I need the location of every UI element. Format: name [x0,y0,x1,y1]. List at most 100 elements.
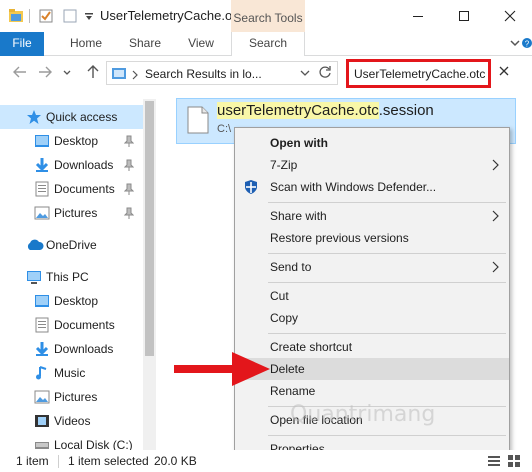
windows-defender-icon [243,179,259,198]
nav-item-videos[interactable]: Videos [0,409,143,433]
file-path: C:\ [217,123,232,135]
tab-home[interactable]: Home [58,32,114,56]
details-view-icon[interactable] [487,454,501,471]
pictures-folder-icon [34,389,50,408]
close-icon [504,10,516,22]
breadcrumb-chevron-icon[interactable] [131,69,139,83]
new-folder-icon[interactable] [62,8,78,27]
menu-item-open-with[interactable]: Open with [235,132,509,154]
nav-item-pictures-pinned[interactable]: Pictures [0,201,143,225]
ribbon-expand-chevron-icon[interactable] [508,36,522,53]
tab-search[interactable]: Search [231,32,305,57]
file-name-extension: .session [378,102,434,119]
forward-arrow-icon[interactable] [37,64,53,83]
desktop-folder-icon [34,133,50,152]
nav-scrollbar-thumb[interactable] [145,101,154,356]
search-input-value[interactable]: UserTelemetryCache.otc [354,67,485,81]
nav-label: OneDrive [46,238,97,252]
menu-item-delete[interactable]: Delete [235,358,509,380]
pin-icon[interactable] [123,135,135,150]
menu-item-label: Delete [270,362,305,376]
menu-item-label: Copy [270,311,299,325]
pin-icon[interactable] [123,183,135,198]
refresh-icon[interactable] [318,65,332,82]
menu-item-create-shortcut[interactable]: Create shortcut [235,336,509,358]
maximize-button[interactable] [441,0,487,32]
address-dropdown-chevron-icon[interactable] [299,67,311,82]
status-selected: 1 item selected [68,454,149,468]
minimize-icon [413,16,423,17]
computer-icon [26,269,42,288]
nav-item-onedrive[interactable]: OneDrive [0,233,143,257]
nav-item-local-disk[interactable]: Local Disk (C:) [0,433,143,450]
nav-item-quick-access[interactable]: Quick access [0,105,143,129]
red-pointer-arrow-icon [174,350,272,391]
explorer-window-icon[interactable] [8,8,24,27]
nav-item-desktop-pinned[interactable]: Desktop [0,129,143,153]
nav-item-music[interactable]: Music [0,361,143,385]
menu-item-label: Scan with Windows Defender... [270,180,437,194]
menu-item-label: Share with [270,209,327,223]
nav-label: Documents [54,318,115,332]
nav-label: Local Disk (C:) [54,438,133,450]
file-name-highlight: userTelemetryCache.otc [217,102,379,119]
menu-item-label: Cut [270,289,289,303]
nav-label: Quick access [46,110,118,124]
menu-item-restore-previous[interactable]: Restore previous versions [235,227,509,249]
nav-label: Downloads [54,342,114,356]
tab-file[interactable]: File [0,32,44,56]
address-bar[interactable]: Search Results in lo... [106,61,338,85]
session-file-icon [187,106,209,137]
back-arrow-icon[interactable] [12,64,28,83]
nav-label: Desktop [54,294,99,308]
address-path[interactable]: Search Results in lo... [145,67,262,81]
menu-item-rename[interactable]: Rename [235,380,509,402]
download-arrow-icon [34,157,50,176]
clear-search-icon[interactable] [498,65,510,80]
pictures-folder-icon [34,205,50,224]
menu-item-share-with[interactable]: Share with [235,205,509,227]
menu-item-label: Send to [270,260,312,274]
menu-item-copy[interactable]: Copy [235,307,509,329]
nav-label: Desktop [54,134,99,148]
svg-text:?: ? [525,40,530,49]
search-box[interactable]: UserTelemetryCache.otc [346,59,491,88]
nav-item-downloads[interactable]: Downloads [0,337,143,361]
menu-item-label: Rename [270,384,316,398]
window-title: UserTelemetryCache.otc [100,8,243,23]
nav-scrollbar[interactable] [143,99,156,450]
menu-item-send-to[interactable]: Send to [235,256,509,278]
nav-item-documents-pinned[interactable]: Documents [0,177,143,201]
large-icons-view-icon[interactable] [507,454,521,471]
address-row: Search Results in lo... UserTelemetryCac… [0,56,532,90]
menu-item-scan-defender[interactable]: Scan with Windows Defender... [235,176,509,198]
pin-icon[interactable] [123,159,135,174]
file-name: userTelemetryCache.otc.session [217,102,434,119]
nav-item-desktop[interactable]: Desktop [0,289,143,313]
close-button[interactable] [487,0,532,32]
menu-separator [268,202,506,203]
help-icon[interactable]: ? [522,36,532,53]
status-size: 20.0 KB [154,454,197,468]
properties-check-icon[interactable] [38,8,54,27]
pin-icon[interactable] [123,207,135,222]
menu-item-cut[interactable]: Cut [235,285,509,307]
search-tools-contextual-tab: Search Tools [231,0,305,32]
nav-item-pictures[interactable]: Pictures [0,385,143,409]
up-arrow-icon[interactable] [85,64,101,83]
minimize-button[interactable] [395,0,441,32]
tab-view[interactable]: View [176,32,226,56]
menu-item-7zip[interactable]: 7-Zip [235,154,509,176]
nav-label: Pictures [54,206,98,220]
nav-item-documents[interactable]: Documents [0,313,143,337]
watermark: Quantrimang [290,402,436,427]
recent-locations-chevron-icon[interactable] [62,67,72,81]
submenu-arrow-icon [491,159,499,174]
tab-share[interactable]: Share [118,32,172,56]
quick-access-dropdown-icon[interactable] [84,11,94,25]
nav-label: Music [54,366,86,380]
nav-item-this-pc[interactable]: This PC [0,265,143,289]
maximize-icon [459,11,469,21]
nav-item-downloads-pinned[interactable]: Downloads [0,153,143,177]
submenu-arrow-icon [491,210,499,225]
